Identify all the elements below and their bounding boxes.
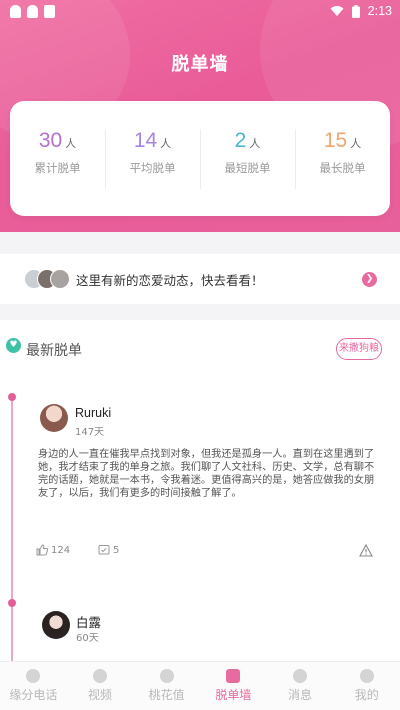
tab-label: 消息 — [288, 688, 313, 702]
tab-profile[interactable]: 我的 — [333, 662, 400, 710]
timeline-dot — [8, 599, 16, 607]
like-count: 124 — [51, 544, 71, 556]
notification-icon — [10, 5, 21, 18]
play-icon — [93, 669, 107, 683]
tab-label: 缘分电话 — [9, 688, 58, 702]
battery-icon — [351, 4, 360, 18]
stat-unit: 人 — [160, 136, 172, 150]
avatar — [50, 269, 70, 289]
like-action[interactable]: 124 — [36, 544, 70, 556]
stat-value: 15 — [323, 128, 348, 152]
post-days: 147天 — [75, 427, 105, 438]
post-moment-button[interactable]: 来撒狗粮 — [336, 338, 382, 360]
tab-label: 桃花值 — [148, 688, 185, 702]
love-news-banner[interactable]: 这里有新的恋爱动态，快去看看！ ❯ — [0, 254, 400, 304]
banner-text: 这里有新的恋爱动态，快去看看！ — [76, 273, 264, 288]
latest-feed: ♥ 最新脱单 来撒狗粮 Ruruki 147天 身边的人一直在催我早点找到对象，… — [0, 320, 400, 661]
timeline-dot — [8, 393, 16, 401]
avatar[interactable] — [42, 611, 70, 639]
stat-longest: 15 人 最长脱单 — [295, 128, 390, 189]
bottom-tab-bar: 缘分电话 视频 桃花值 脱单墙 消息 我的 — [0, 661, 400, 710]
stat-label: 累计脱单 — [34, 160, 81, 175]
stat-unit: 人 — [65, 136, 77, 150]
tab-messages[interactable]: 消息 — [267, 662, 334, 710]
stat-value: 30 — [38, 128, 63, 152]
status-bar: 2:13 — [0, 0, 400, 24]
tab-video[interactable]: 视频 — [67, 662, 134, 710]
chevron-right-icon[interactable]: ❯ — [362, 272, 377, 287]
page-title: 脱单墙 — [171, 54, 229, 75]
comment-action[interactable]: 5 — [98, 544, 119, 556]
mail-icon — [226, 669, 241, 683]
phone-icon — [26, 669, 41, 683]
timeline-line — [11, 396, 13, 661]
comment-icon — [98, 545, 110, 555]
report-button[interactable] — [359, 544, 373, 557]
tab-label: 脱单墙 — [215, 688, 252, 702]
tab-fate-call[interactable]: 缘分电话 — [0, 662, 67, 710]
warning-icon — [359, 544, 373, 557]
avatar-stack — [24, 269, 70, 291]
stat-average: 14 人 平均脱单 — [105, 128, 200, 189]
tab-peach-value[interactable]: 桃花值 — [133, 662, 200, 710]
chat-icon — [293, 669, 308, 683]
stat-label: 最长脱单 — [319, 160, 366, 175]
tab-label: 视频 — [88, 688, 113, 702]
avatar[interactable] — [40, 404, 68, 432]
stat-total: 30 人 累计脱单 — [10, 129, 105, 189]
notification-icon — [44, 5, 55, 18]
notification-icon — [27, 5, 38, 18]
thumbs-up-icon — [36, 544, 48, 556]
tab-wall[interactable]: 脱单墙 — [200, 662, 267, 710]
stat-shortest: 2人 最短脱单 — [200, 128, 295, 189]
stat-value: 2 — [234, 128, 247, 152]
stats-card: 30 人 累计脱单 14 人 平均脱单 2人 最短脱单 15 人 最长脱单 — [10, 101, 390, 216]
post-author[interactable]: Ruruki — [75, 406, 111, 420]
post-body: 身边的人一直在催我早点找到对象，但我还是孤身一人。直到在这里遇到了她，我才结束了… — [38, 449, 375, 499]
heart-icon — [159, 669, 174, 683]
stat-label: 最短脱单 — [224, 160, 271, 175]
stat-label: 平均脱单 — [129, 160, 176, 175]
post-days: 60天 — [76, 633, 99, 644]
stat-value: 14 — [133, 128, 158, 152]
comment-count: 5 — [113, 544, 120, 556]
stat-unit: 人 — [350, 136, 362, 150]
clock: 2:13 — [367, 4, 392, 18]
wifi-icon — [330, 6, 344, 16]
stat-unit: 人 — [249, 136, 261, 150]
heart-badge-icon: ♥ — [6, 338, 21, 353]
tab-label: 我的 — [354, 688, 379, 702]
section-title: 最新脱单 — [26, 343, 82, 359]
person-icon — [359, 669, 374, 683]
